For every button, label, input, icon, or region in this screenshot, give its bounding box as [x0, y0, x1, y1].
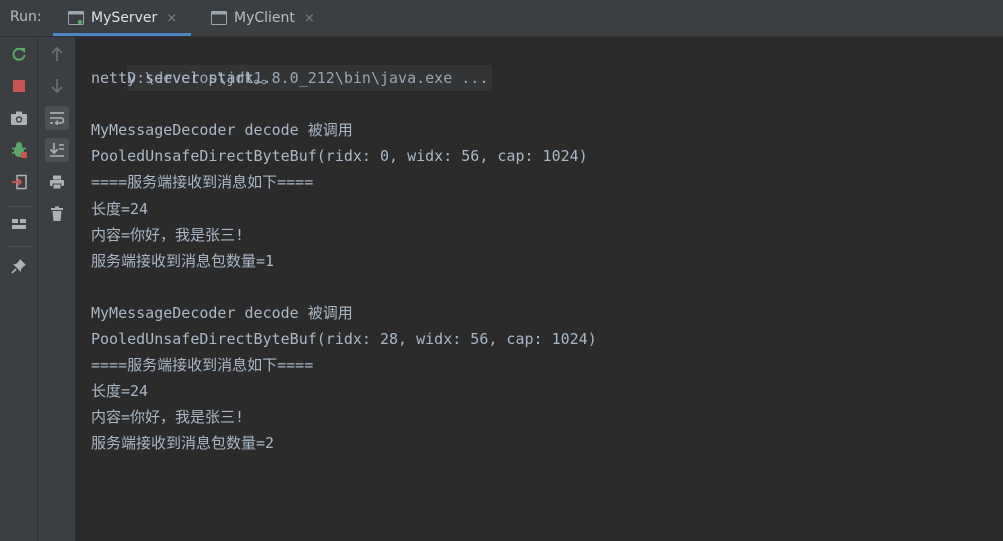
close-icon[interactable]: × — [166, 11, 177, 26]
toolbar-separator — [7, 206, 31, 207]
stop-icon[interactable] — [7, 74, 31, 98]
console-app-icon — [68, 11, 84, 25]
console-line: 内容=你好，我是张三! — [91, 225, 245, 244]
console-line: 服务端接收到消息包数量=2 — [91, 434, 275, 453]
tab-myclient[interactable]: MyClient × — [211, 0, 315, 36]
console-line: MyMessageDecoder decode 被调用 — [91, 303, 353, 322]
tab-label: MyServer — [91, 10, 158, 26]
toolbar-separator — [7, 246, 31, 247]
tab-label: MyClient — [234, 10, 295, 26]
layout-icon[interactable] — [7, 212, 31, 236]
trash-icon[interactable] — [45, 202, 69, 226]
console-actions-toolbar — [38, 37, 76, 541]
pin-icon[interactable] — [7, 254, 31, 278]
console-line: ====服务端接收到消息如下==== — [91, 173, 314, 192]
run-tabbar: Run: MyServer × MyClient × — [0, 0, 1003, 37]
scroll-to-end-icon[interactable] — [45, 138, 69, 162]
console-line-command: D:\develop\jdk1.8.0_212\bin\java.exe ... — [91, 39, 1003, 91]
console-line: 内容=你好，我是张三! — [91, 408, 245, 427]
console-line: MyMessageDecoder decode 被调用 — [91, 121, 353, 140]
console-line: 长度=24 — [91, 199, 149, 218]
run-actions-toolbar — [0, 37, 38, 541]
close-icon[interactable]: × — [304, 11, 315, 26]
arrow-down-icon[interactable] — [45, 74, 69, 98]
print-icon[interactable] — [45, 170, 69, 194]
arrow-up-icon[interactable] — [45, 42, 69, 66]
console-line: 长度=24 — [91, 382, 149, 401]
debug-bug-icon[interactable] — [7, 138, 31, 162]
tab-myserver[interactable]: MyServer × — [53, 0, 192, 36]
console-line: PooledUnsafeDirectByteBuf(ridx: 0, widx:… — [91, 147, 588, 166]
console-output[interactable]: D:\develop\jdk1.8.0_212\bin\java.exe ...… — [91, 39, 1003, 457]
console-line: PooledUnsafeDirectByteBuf(ridx: 28, widx… — [91, 330, 597, 349]
console-line: netty server start。。 — [91, 69, 277, 88]
console-line: ====服务端接收到消息如下==== — [91, 356, 314, 375]
rerun-icon[interactable] — [7, 42, 31, 66]
camera-icon[interactable] — [7, 106, 31, 130]
exit-icon[interactable] — [7, 170, 31, 194]
console-line: 服务端接收到消息包数量=1 — [91, 251, 275, 270]
active-tab-indicator — [53, 33, 192, 36]
soft-wrap-icon[interactable] — [45, 106, 69, 130]
run-label: Run: — [10, 9, 42, 25]
console-app-icon — [211, 11, 227, 25]
